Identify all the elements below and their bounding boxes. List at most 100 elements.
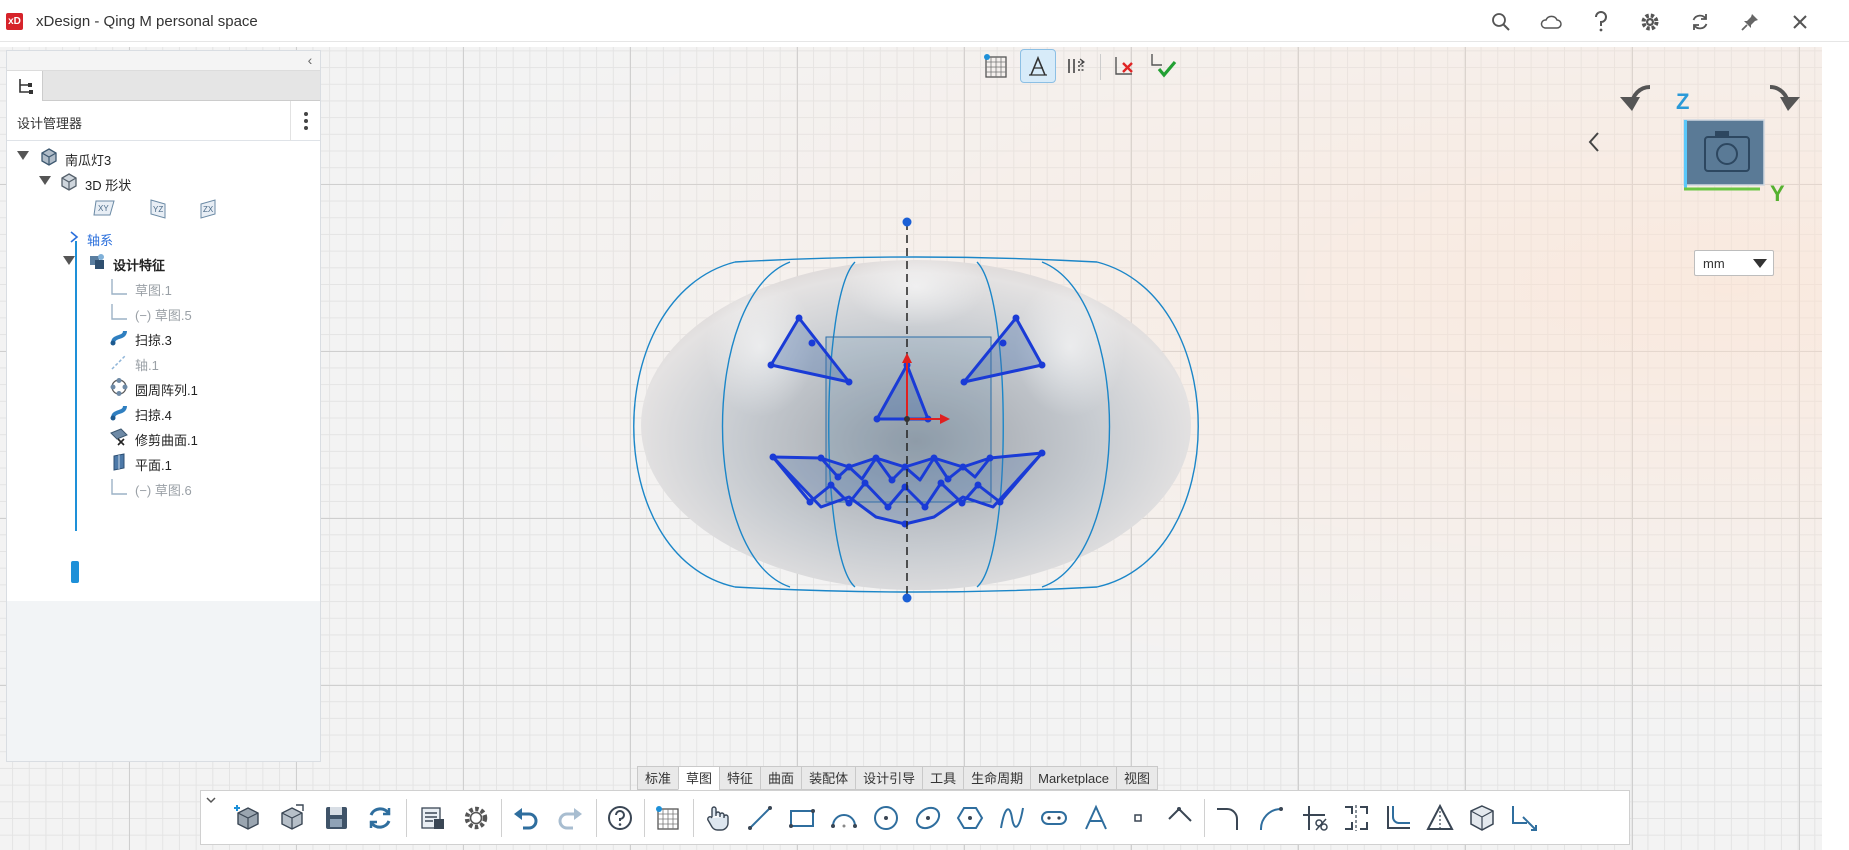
slot-tool-button[interactable] [1035, 798, 1073, 838]
tab-design-guidance[interactable]: 设计引导 [855, 766, 923, 790]
select-tool-button[interactable] [699, 798, 737, 838]
convert-entities-button[interactable] [1463, 798, 1501, 838]
toolbar-separator [1100, 54, 1101, 80]
tab-surface[interactable]: 曲面 [760, 766, 802, 790]
ellipse-tool-button[interactable] [909, 798, 947, 838]
text-icon [1085, 804, 1107, 830]
expand-caret-icon[interactable] [39, 176, 51, 185]
tab-assembly[interactable]: 装配体 [801, 766, 856, 790]
tree-item-sketch-6[interactable]: (−) 草图.6 [7, 475, 320, 499]
rectangle-tool-button[interactable] [783, 798, 821, 838]
ribbon-separator [596, 799, 597, 837]
view-cube[interactable]: Z Y [1610, 75, 1810, 215]
construction-tool-button[interactable] [1161, 798, 1199, 838]
plane-yz-icon[interactable]: YZ [147, 198, 169, 220]
sketch-grid-button[interactable] [649, 798, 687, 838]
tree-item-3d-shape[interactable]: 3D 形状 [7, 170, 320, 194]
mirror-tool-button[interactable] [1337, 798, 1375, 838]
tab-sketch[interactable]: 草图 [678, 766, 720, 790]
part-icon [41, 148, 57, 166]
tab-standard[interactable]: 标准 [637, 766, 679, 790]
tree-item-design-features[interactable]: 设计特征 [7, 250, 320, 274]
fillet-tool-button[interactable] [1209, 798, 1247, 838]
line-tool-button[interactable] [741, 798, 779, 838]
rebuild-button[interactable] [361, 798, 399, 838]
tab-marketplace[interactable]: Marketplace [1030, 766, 1116, 790]
feature-tree: 南瓜灯3 3D 形状 XY YZ ZX 轴系 设计特征 草图.1 (−) 草图.… [7, 141, 320, 601]
help-button[interactable] [601, 798, 639, 838]
pin-icon[interactable] [1737, 9, 1763, 35]
view-cube-face[interactable] [1683, 119, 1765, 186]
new-part-button[interactable] [229, 798, 267, 838]
slot-icon [1041, 811, 1067, 825]
tree-item-trim-surface-1[interactable]: 修剪曲面.1 [7, 425, 320, 449]
collapse-panel-button[interactable]: ‹ [303, 53, 317, 68]
text-tool-button[interactable] [1077, 798, 1115, 838]
ellipse-icon [915, 806, 941, 830]
rollback-marker[interactable] [71, 561, 79, 583]
tree-item-sketch-1[interactable]: 草图.1 [7, 275, 320, 299]
file-properties-button[interactable] [413, 798, 451, 838]
chamfer-tool-button[interactable] [1251, 798, 1289, 838]
sketch-options-button[interactable] [1058, 49, 1094, 83]
tree-item-part[interactable]: 南瓜灯3 [7, 145, 320, 169]
trim-tool-button[interactable] [1295, 798, 1333, 838]
tab-lifecycle[interactable]: 生命周期 [963, 766, 1031, 790]
constraint-tool-button[interactable] [1421, 798, 1459, 838]
polygon-tool-button[interactable] [951, 798, 989, 838]
spline-tool-button[interactable] [993, 798, 1031, 838]
chevron-right-icon[interactable] [69, 231, 79, 243]
refresh-icon[interactable] [1687, 9, 1713, 35]
polygon-icon [956, 807, 984, 829]
plane-xy-icon[interactable]: XY [92, 198, 118, 218]
save-button[interactable] [317, 798, 355, 838]
tab-tools[interactable]: 工具 [922, 766, 964, 790]
redo-button[interactable] [551, 798, 589, 838]
cloud-icon[interactable] [1538, 9, 1564, 35]
chevron-down-icon[interactable] [204, 793, 218, 807]
gear-icon [464, 806, 488, 830]
circle-tool-button[interactable] [867, 798, 905, 838]
exit-sketch-confirm-button[interactable] [1144, 49, 1180, 83]
close-icon[interactable] [1787, 9, 1813, 35]
app-logo-icon: xD [6, 13, 23, 30]
ribbon-separator [406, 799, 407, 837]
tab-view[interactable]: 视图 [1115, 766, 1158, 790]
sketch-mode-button[interactable] [1020, 49, 1056, 83]
tree-item-axis-1[interactable]: 轴.1 [7, 350, 320, 374]
open-part-button[interactable] [273, 798, 311, 838]
more-options-icon[interactable] [290, 101, 320, 141]
chamfer-icon [1259, 807, 1283, 831]
expand-caret-icon[interactable] [17, 151, 29, 160]
tree-item-label: 3D 形状 [85, 178, 132, 193]
offset-tool-button[interactable] [1379, 798, 1417, 838]
tree-item-label: 扫掠.4 [135, 408, 172, 423]
tree-item-plane-1[interactable]: 平面.1 [7, 450, 320, 474]
point-tool-button[interactable] [1119, 798, 1157, 838]
tree-item-sweep-4[interactable]: 扫掠.4 [7, 400, 320, 424]
arc-tool-button[interactable] [825, 798, 863, 838]
exit-sketch-button[interactable] [1505, 798, 1543, 838]
z-axis-label: Z [1676, 89, 1690, 114]
tree-item-label: 草图.1 [135, 283, 172, 298]
tab-features[interactable]: 特征 [719, 766, 761, 790]
sketch-grid-button[interactable] [978, 49, 1014, 83]
tree-tab[interactable] [7, 71, 43, 101]
expand-caret-icon[interactable] [63, 256, 75, 265]
tree-item-sweep-3[interactable]: 扫掠.3 [7, 325, 320, 349]
plane-zx-icon[interactable]: ZX [197, 198, 219, 220]
sweep-icon [110, 405, 127, 421]
gear-icon[interactable] [1637, 9, 1663, 35]
search-icon[interactable] [1488, 9, 1514, 35]
tree-item-circular-pattern-1[interactable]: 圆周阵列.1 [7, 375, 320, 399]
help-icon[interactable] [1588, 9, 1614, 35]
tree-item-axis-system[interactable]: 轴系 [7, 225, 320, 249]
chevron-left-icon[interactable] [1586, 130, 1606, 160]
undo-icon [514, 808, 538, 830]
chevron-down-icon [1753, 259, 1767, 268]
units-select[interactable]: mm [1694, 250, 1774, 276]
options-button[interactable] [457, 798, 495, 838]
tree-item-sketch-5[interactable]: (−) 草图.5 [7, 300, 320, 324]
undo-button[interactable] [507, 798, 545, 838]
exit-sketch-cancel-button[interactable] [1106, 49, 1142, 83]
